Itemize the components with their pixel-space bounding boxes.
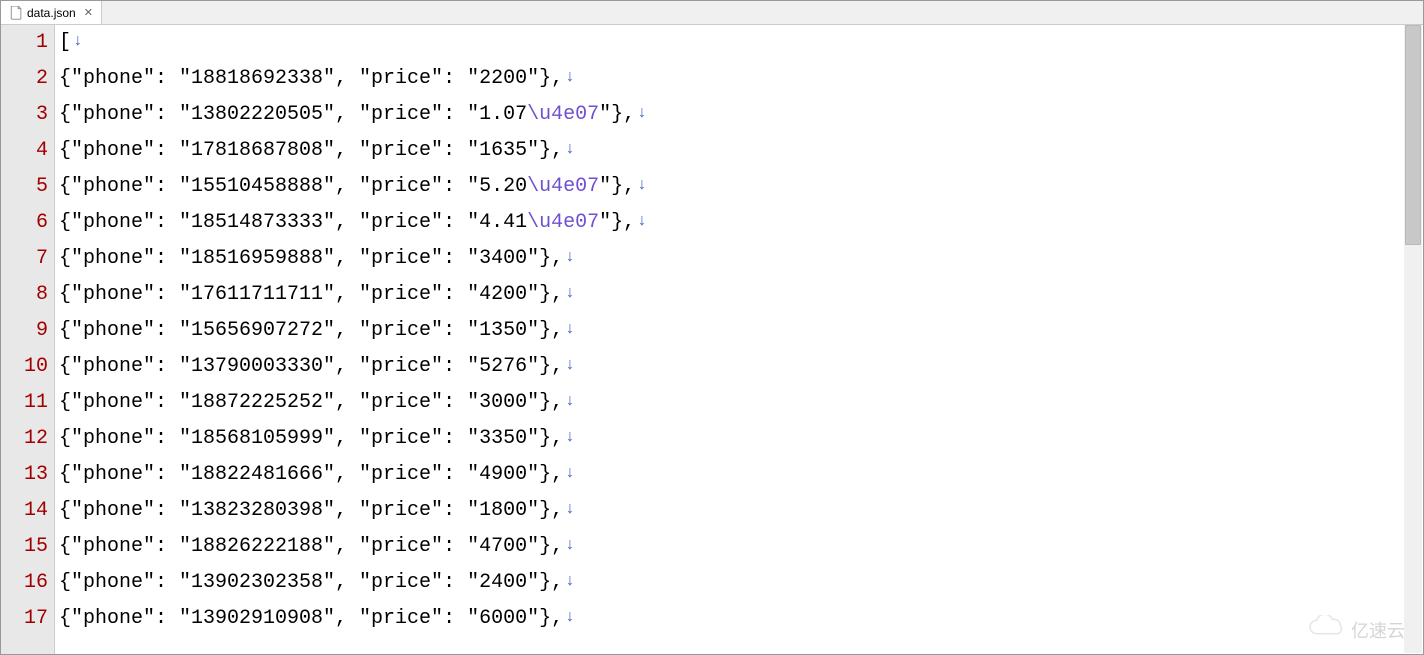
eol-marker-icon: ↓ xyxy=(565,563,575,599)
escape-sequence: \u4e07 xyxy=(527,205,599,241)
eol-marker-icon: ↓ xyxy=(73,25,83,59)
file-icon xyxy=(9,6,23,20)
code-text: {"phone": "13902910908", "price": "6000"… xyxy=(59,601,563,637)
code-line[interactable]: {"phone": "17818687808", "price": "1635"… xyxy=(59,133,1423,169)
line-number: 6 xyxy=(1,205,48,241)
eol-marker-icon: ↓ xyxy=(565,239,575,275)
line-number: 10 xyxy=(1,349,48,385)
code-line[interactable]: {"phone": "13802220505", "price": "1.07\… xyxy=(59,97,1423,133)
code-text: {"phone": "15510458888", "price": "5.20 xyxy=(59,169,527,205)
code-line[interactable]: {"phone": "18818692338", "price": "2200"… xyxy=(59,61,1423,97)
eol-marker-icon: ↓ xyxy=(565,419,575,455)
code-text: "}, xyxy=(599,169,635,205)
line-number: 1 xyxy=(1,25,48,61)
line-number: 7 xyxy=(1,241,48,277)
code-text: [ xyxy=(59,25,71,61)
code-line[interactable]: [↓ xyxy=(59,25,1423,61)
eol-marker-icon: ↓ xyxy=(565,599,575,635)
vertical-scrollbar[interactable] xyxy=(1404,25,1422,653)
code-line[interactable]: {"phone": "18516959888", "price": "3400"… xyxy=(59,241,1423,277)
code-text: {"phone": "18822481666", "price": "4900"… xyxy=(59,457,563,493)
line-number: 3 xyxy=(1,97,48,133)
tab-label: data.json xyxy=(27,6,76,20)
line-number: 2 xyxy=(1,61,48,97)
code-text: {"phone": "18514873333", "price": "4.41 xyxy=(59,205,527,241)
code-line[interactable]: {"phone": "18872225252", "price": "3000"… xyxy=(59,385,1423,421)
code-line[interactable]: {"phone": "15510458888", "price": "5.20\… xyxy=(59,169,1423,205)
line-number: 15 xyxy=(1,529,48,565)
code-text: {"phone": "18818692338", "price": "2200"… xyxy=(59,61,563,97)
code-text: {"phone": "13823280398", "price": "1800"… xyxy=(59,493,563,529)
line-number-gutter: 1234567891011121314151617 xyxy=(1,25,55,654)
line-number: 8 xyxy=(1,277,48,313)
line-number: 16 xyxy=(1,565,48,601)
eol-marker-icon: ↓ xyxy=(565,383,575,419)
code-text: {"phone": "18826222188", "price": "4700"… xyxy=(59,529,563,565)
code-text: {"phone": "18516959888", "price": "3400"… xyxy=(59,241,563,277)
line-number: 11 xyxy=(1,385,48,421)
tab-bar: data.json ✕ xyxy=(1,1,1423,25)
code-line[interactable]: {"phone": "13902302358", "price": "2400"… xyxy=(59,565,1423,601)
code-text: {"phone": "13802220505", "price": "1.07 xyxy=(59,97,527,133)
code-line[interactable]: {"phone": "13823280398", "price": "1800"… xyxy=(59,493,1423,529)
code-text: {"phone": "13790003330", "price": "5276"… xyxy=(59,349,563,385)
eol-marker-icon: ↓ xyxy=(565,491,575,527)
code-line[interactable]: {"phone": "18514873333", "price": "4.41\… xyxy=(59,205,1423,241)
code-line[interactable]: {"phone": "18568105999", "price": "3350"… xyxy=(59,421,1423,457)
code-text: {"phone": "17611711711", "price": "4200"… xyxy=(59,277,563,313)
eol-marker-icon: ↓ xyxy=(565,59,575,95)
eol-marker-icon: ↓ xyxy=(637,95,647,131)
code-text: "}, xyxy=(599,205,635,241)
code-line[interactable]: {"phone": "13902910908", "price": "6000"… xyxy=(59,601,1423,637)
scroll-thumb[interactable] xyxy=(1405,25,1421,245)
code-text: {"phone": "18568105999", "price": "3350"… xyxy=(59,421,563,457)
eol-marker-icon: ↓ xyxy=(565,347,575,383)
eol-marker-icon: ↓ xyxy=(565,131,575,167)
code-text: {"phone": "13902302358", "price": "2400"… xyxy=(59,565,563,601)
escape-sequence: \u4e07 xyxy=(527,169,599,205)
line-number: 14 xyxy=(1,493,48,529)
code-line[interactable]: {"phone": "13790003330", "price": "5276"… xyxy=(59,349,1423,385)
code-text: {"phone": "18872225252", "price": "3000"… xyxy=(59,385,563,421)
editor-area: 1234567891011121314151617 [↓{"phone": "1… xyxy=(1,25,1423,654)
line-number: 9 xyxy=(1,313,48,349)
eol-marker-icon: ↓ xyxy=(565,275,575,311)
line-number: 17 xyxy=(1,601,48,637)
code-text: {"phone": "17818687808", "price": "1635"… xyxy=(59,133,563,169)
line-number: 4 xyxy=(1,133,48,169)
code-text: "}, xyxy=(599,97,635,133)
eol-marker-icon: ↓ xyxy=(565,455,575,491)
tab-data-json[interactable]: data.json ✕ xyxy=(1,1,102,24)
eol-marker-icon: ↓ xyxy=(637,203,647,239)
line-number: 5 xyxy=(1,169,48,205)
eol-marker-icon: ↓ xyxy=(565,527,575,563)
code-content[interactable]: [↓{"phone": "18818692338", "price": "220… xyxy=(55,25,1423,654)
code-text: {"phone": "15656907272", "price": "1350"… xyxy=(59,313,563,349)
close-icon[interactable]: ✕ xyxy=(84,6,93,19)
line-number: 12 xyxy=(1,421,48,457)
code-line[interactable]: {"phone": "18826222188", "price": "4700"… xyxy=(59,529,1423,565)
code-line[interactable]: {"phone": "18822481666", "price": "4900"… xyxy=(59,457,1423,493)
escape-sequence: \u4e07 xyxy=(527,97,599,133)
eol-marker-icon: ↓ xyxy=(565,311,575,347)
eol-marker-icon: ↓ xyxy=(637,167,647,203)
line-number: 13 xyxy=(1,457,48,493)
code-line[interactable]: {"phone": "15656907272", "price": "1350"… xyxy=(59,313,1423,349)
code-line[interactable]: {"phone": "17611711711", "price": "4200"… xyxy=(59,277,1423,313)
